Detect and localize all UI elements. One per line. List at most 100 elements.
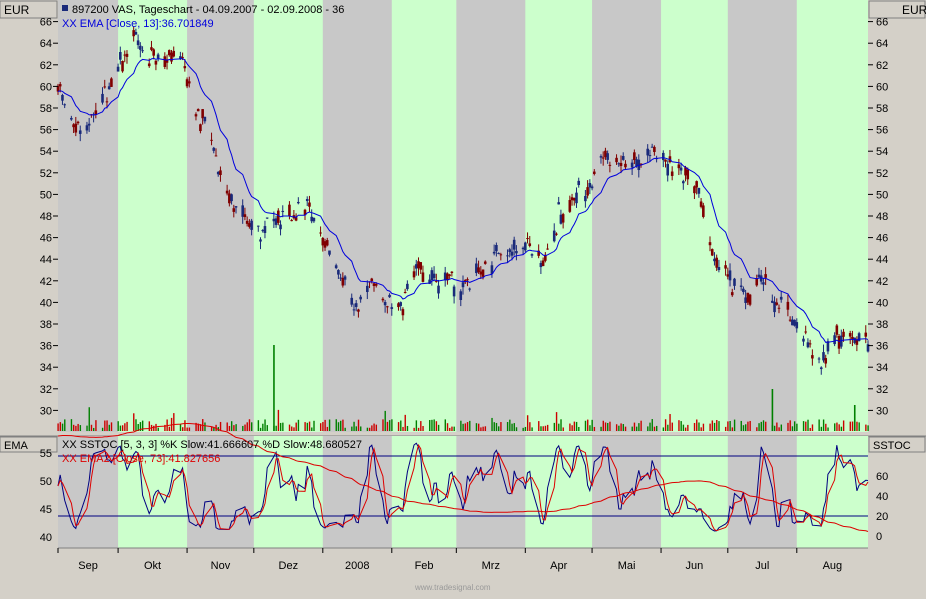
sstoc-tick-label: 20: [876, 511, 888, 523]
price-bar-body: [437, 285, 440, 294]
price-tick-label: 38: [876, 319, 888, 331]
price-bar-body: [187, 81, 191, 84]
time-tick-label: Mrz: [482, 560, 500, 572]
price-bar-body: [717, 267, 721, 271]
price-bar-body: [78, 130, 82, 134]
price-bar-body: [481, 269, 485, 277]
volume-bar: [466, 422, 469, 431]
ema-tick-label: 45: [40, 504, 52, 516]
price-bar-body: [606, 153, 609, 160]
price-bar-body: [590, 186, 594, 189]
volume-bar: [511, 423, 513, 431]
price-bar-body: [495, 245, 498, 252]
price-bar-body: [742, 288, 745, 293]
price-bar-body: [381, 298, 385, 301]
volume-bar: [322, 421, 324, 431]
price-bar-body: [699, 201, 703, 207]
volume-bar: [624, 426, 627, 431]
volume-bar: [449, 427, 451, 431]
price-bar-body: [245, 220, 249, 224]
volume-bar: [540, 426, 542, 431]
price-bar-body: [483, 261, 487, 264]
volume-bar: [809, 427, 811, 431]
volume-bar: [188, 427, 191, 431]
price-bar-body: [150, 47, 153, 50]
price-tick-label: 62: [40, 60, 52, 72]
volume-bar: [593, 426, 596, 431]
price-bar-body: [243, 214, 247, 218]
price-tick-label: 50: [876, 189, 888, 201]
price-tick-label: 58: [40, 103, 52, 115]
price-bar-body: [341, 277, 345, 286]
price-bar-body: [710, 249, 714, 256]
volume-bar: [542, 426, 544, 431]
price-bar-body: [203, 116, 207, 122]
volume-bar: [493, 422, 495, 431]
volume-bar: [820, 426, 823, 431]
price-bar-body: [677, 164, 681, 169]
volume-bar: [391, 419, 393, 431]
price-bar-body: [475, 263, 478, 274]
volume-spike: [853, 405, 856, 431]
volume-bar: [867, 425, 869, 431]
volume-bar: [842, 420, 845, 431]
volume-bar: [435, 421, 438, 431]
price-bar-body: [259, 239, 262, 242]
panel-separator[interactable]: [0, 432, 926, 436]
price-bar-body: [172, 50, 176, 57]
volume-bar: [604, 422, 607, 431]
price-bar-body: [334, 265, 338, 269]
price-plot-area[interactable]: [56, 0, 870, 432]
price-bar-body: [123, 54, 127, 56]
volume-bar: [745, 424, 747, 431]
price-bar-body: [196, 109, 200, 112]
price-bar-body: [730, 292, 734, 296]
volume-bar: [500, 422, 502, 431]
price-tick-label: 36: [40, 341, 52, 353]
price-bar-body: [786, 301, 790, 310]
volume-bar: [818, 419, 820, 431]
volume-bar: [776, 422, 778, 431]
price-bar-body: [604, 150, 607, 158]
volume-bar: [59, 422, 62, 431]
price-bar-body: [791, 319, 794, 326]
time-tick-label: Aug: [823, 560, 843, 572]
volume-bar: [219, 421, 222, 431]
sstoc-axis-label: SSTOC: [873, 440, 911, 452]
price-bar-body: [708, 242, 712, 246]
volume-bar: [373, 423, 375, 431]
volume-bar: [669, 414, 671, 431]
volume-bar: [515, 427, 518, 431]
volume-bar: [279, 422, 282, 431]
price-bar-body: [679, 167, 683, 171]
volume-bar: [366, 427, 369, 431]
price-bar-body: [308, 202, 311, 207]
volume-bar: [760, 421, 762, 431]
volume-bar: [355, 426, 357, 431]
price-bar-body: [156, 54, 160, 59]
price-tick-label: 34: [40, 362, 52, 374]
volume-bar: [204, 422, 206, 431]
volume-bar: [600, 426, 602, 431]
price-bar-body: [648, 155, 652, 157]
volume-bar: [724, 426, 727, 431]
price-bar-body: [697, 187, 701, 194]
month-band: [661, 0, 728, 432]
price-bar-body: [279, 224, 282, 230]
volume-bar: [262, 423, 264, 431]
price-bar-body: [403, 292, 407, 294]
volume-bar: [119, 425, 122, 431]
volume-bar: [509, 419, 511, 431]
volume-bar: [640, 420, 642, 431]
volume-bar: [186, 427, 188, 431]
volume-bar: [756, 427, 758, 431]
volume-bar: [780, 424, 783, 431]
price-bar-body: [167, 50, 171, 56]
price-bar-body: [265, 217, 269, 219]
volume-bar: [351, 426, 353, 431]
price-bar-body: [584, 195, 587, 202]
volume-bar: [529, 422, 531, 431]
price-bar-body: [726, 274, 730, 277]
price-bar-body: [851, 336, 854, 340]
price-bar-body: [256, 225, 260, 227]
